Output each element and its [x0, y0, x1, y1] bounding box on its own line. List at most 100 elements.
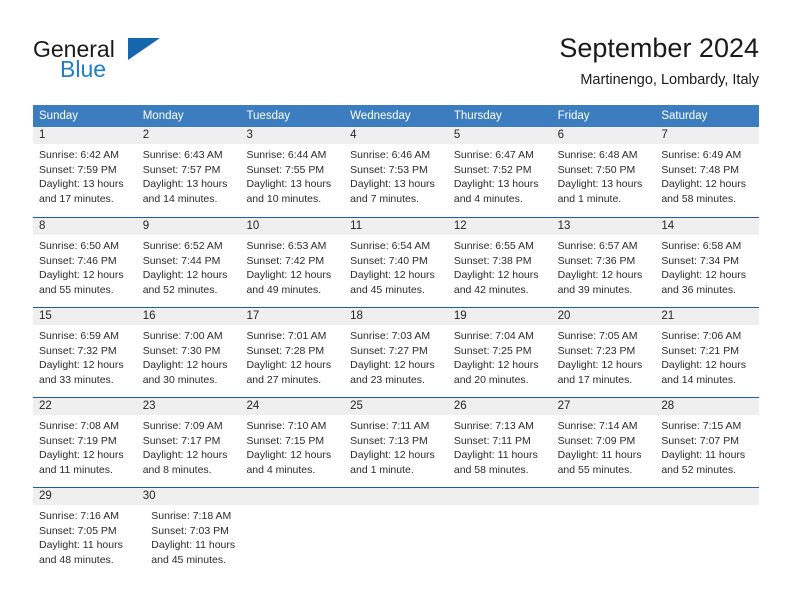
day-number[interactable]: 25	[344, 398, 448, 415]
general-blue-logo[interactable]: General Blue	[33, 36, 193, 86]
daylight-text-line1: Daylight: 12 hours	[350, 359, 435, 371]
day-cell[interactable]: Sunrise: 7:16 AM Sunset: 7:05 PM Dayligh…	[33, 505, 145, 576]
day-cell[interactable]: Sunrise: 6:49 AM Sunset: 7:48 PM Dayligh…	[655, 144, 759, 215]
day-number[interactable]: 12	[448, 218, 552, 235]
day-number[interactable]: 21	[655, 308, 759, 325]
day-cell[interactable]: Sunrise: 6:42 AM Sunset: 7:59 PM Dayligh…	[33, 144, 137, 215]
day-cell[interactable]: Sunrise: 6:43 AM Sunset: 7:57 PM Dayligh…	[137, 144, 241, 215]
day-number[interactable]: 18	[344, 308, 448, 325]
sunrise-text: Sunrise: 6:47 AM	[453, 149, 534, 161]
day-number[interactable]: 28	[655, 398, 759, 415]
sunrise-text: Sunrise: 6:52 AM	[142, 240, 223, 252]
daylight-text-line1: Daylight: 12 hours	[661, 178, 746, 190]
day-number[interactable]: 22	[33, 398, 137, 415]
day-number[interactable]: 1	[33, 127, 137, 144]
day-cell[interactable]: Sunrise: 6:47 AM Sunset: 7:52 PM Dayligh…	[448, 144, 552, 215]
daylight-text-line2: and 33 minutes.	[39, 373, 114, 386]
sunset-text: Sunset: 7:15 PM	[246, 434, 325, 447]
day-number[interactable]: 8	[33, 218, 137, 235]
sunset-text: Sunset: 7:30 PM	[142, 344, 221, 357]
day-cell[interactable]: Sunrise: 6:48 AM Sunset: 7:50 PM Dayligh…	[552, 144, 656, 215]
daylight-text-line1: Daylight: 13 hours	[453, 178, 539, 190]
day-cell[interactable]: Sunrise: 7:18 AM Sunset: 7:03 PM Dayligh…	[145, 505, 257, 576]
day-number[interactable]: 10	[240, 218, 344, 235]
day-cell[interactable]: Sunrise: 6:50 AM Sunset: 7:46 PM Dayligh…	[33, 235, 137, 306]
day-cell[interactable]: Sunrise: 7:15 AM Sunset: 7:07 PM Dayligh…	[655, 415, 759, 486]
daylight-text-line2: and 14 minutes.	[142, 192, 218, 205]
day-cell[interactable]: Sunrise: 7:05 AM Sunset: 7:23 PM Dayligh…	[552, 325, 656, 396]
daylight-text-line2: and 45 minutes.	[350, 283, 425, 296]
logo-text-blue: Blue	[60, 56, 107, 82]
day-cell[interactable]: Sunrise: 7:11 AM Sunset: 7:13 PM Dayligh…	[344, 415, 448, 486]
sunrise-text: Sunrise: 7:08 AM	[39, 420, 119, 432]
day-number[interactable]: 30	[137, 488, 241, 505]
day-number[interactable]: 5	[448, 127, 552, 144]
day-number[interactable]: 24	[240, 398, 344, 415]
day-number[interactable]: 7	[655, 127, 759, 144]
day-number[interactable]: 23	[137, 398, 241, 415]
day-cell[interactable]: Sunrise: 7:06 AM Sunset: 7:21 PM Dayligh…	[655, 325, 759, 396]
daylight-text-line1: Daylight: 12 hours	[453, 269, 539, 281]
day-cell[interactable]: Sunrise: 6:44 AM Sunset: 7:55 PM Dayligh…	[240, 144, 344, 215]
day-number[interactable]: 26	[448, 398, 552, 415]
sunrise-text: Sunrise: 6:58 AM	[661, 240, 742, 252]
day-number[interactable]: 17	[240, 308, 344, 325]
day-number[interactable]: 9	[137, 218, 241, 235]
day-number[interactable]: 15	[33, 308, 137, 325]
weekday-header-saturday: Saturday	[661, 110, 708, 122]
day-cell[interactable]: Sunrise: 6:54 AM Sunset: 7:40 PM Dayligh…	[344, 235, 448, 306]
day-number[interactable]: 16	[137, 308, 241, 325]
day-number[interactable]: 11	[344, 218, 448, 235]
day-number[interactable]: 6	[552, 127, 656, 144]
daylight-text-line1: Daylight: 12 hours	[142, 449, 228, 461]
day-cell[interactable]: Sunrise: 6:57 AM Sunset: 7:36 PM Dayligh…	[552, 235, 656, 306]
day-number[interactable]: 19	[448, 308, 552, 325]
day-number[interactable]: 20	[552, 308, 656, 325]
daylight-text-line2: and 17 minutes.	[557, 373, 633, 386]
day-number[interactable]: 29	[33, 488, 137, 505]
day-cell[interactable]: Sunrise: 6:53 AM Sunset: 7:42 PM Dayligh…	[240, 235, 344, 306]
daylight-text-line1: Daylight: 12 hours	[39, 359, 124, 371]
day-cell[interactable]: Sunrise: 7:03 AM Sunset: 7:27 PM Dayligh…	[344, 325, 448, 396]
title-block: September 2024 Martinengo, Lombardy, Ita…	[559, 32, 759, 90]
daylight-text-line1: Daylight: 12 hours	[39, 269, 124, 281]
daylight-text-line1: Daylight: 12 hours	[142, 359, 228, 371]
day-cell[interactable]: Sunrise: 7:14 AM Sunset: 7:09 PM Dayligh…	[552, 415, 656, 486]
day-number[interactable]: 14	[655, 218, 759, 235]
daylight-text-line2: and 4 minutes.	[453, 192, 523, 205]
daylight-text-line2: and 58 minutes.	[453, 463, 529, 476]
day-number[interactable]: 3	[240, 127, 344, 144]
sunset-text: Sunset: 7:27 PM	[350, 344, 428, 357]
day-number[interactable]: 27	[552, 398, 656, 415]
day-cell[interactable]: Sunrise: 6:59 AM Sunset: 7:32 PM Dayligh…	[33, 325, 137, 396]
location-subtitle: Martinengo, Lombardy, Italy	[580, 72, 759, 88]
day-cell[interactable]: Sunrise: 7:08 AM Sunset: 7:19 PM Dayligh…	[33, 415, 137, 486]
day-cell[interactable]: Sunrise: 7:10 AM Sunset: 7:15 PM Dayligh…	[240, 415, 344, 486]
day-cell[interactable]: Sunrise: 7:00 AM Sunset: 7:30 PM Dayligh…	[137, 325, 241, 396]
daylight-text-line1: Daylight: 12 hours	[557, 269, 643, 281]
day-cell[interactable]: Sunrise: 7:04 AM Sunset: 7:25 PM Dayligh…	[448, 325, 552, 396]
weekday-header-sunday: Sunday	[39, 110, 79, 122]
daylight-text-line2: and 4 minutes.	[246, 463, 316, 476]
day-cell[interactable]: Sunrise: 6:46 AM Sunset: 7:53 PM Dayligh…	[344, 144, 448, 215]
week-daynumber-strip: 8 9 10 11 12 13 14	[33, 218, 759, 235]
day-cell[interactable]: Sunrise: 6:55 AM Sunset: 7:38 PM Dayligh…	[448, 235, 552, 306]
sunrise-text: Sunrise: 7:16 AM	[39, 510, 119, 522]
week-daynumber-strip: 22 23 24 25 26 27 28	[33, 398, 759, 415]
weekday-header-tuesday: Tuesday	[246, 110, 291, 122]
day-number[interactable]: 2	[137, 127, 241, 144]
day-cell-empty	[558, 505, 658, 576]
daylight-text-line2: and 11 minutes.	[39, 463, 113, 476]
day-cell[interactable]: Sunrise: 6:58 AM Sunset: 7:34 PM Dayligh…	[655, 235, 759, 306]
day-cell[interactable]: Sunrise: 7:09 AM Sunset: 7:17 PM Dayligh…	[137, 415, 241, 486]
day-cell[interactable]: Sunrise: 6:52 AM Sunset: 7:44 PM Dayligh…	[137, 235, 241, 306]
sunset-text: Sunset: 7:13 PM	[350, 434, 428, 447]
sunset-text: Sunset: 7:21 PM	[661, 344, 739, 357]
day-cell[interactable]: Sunrise: 7:01 AM Sunset: 7:28 PM Dayligh…	[240, 325, 344, 396]
daylight-text-line2: and 55 minutes.	[39, 283, 114, 296]
sunrise-text: Sunrise: 7:04 AM	[453, 330, 534, 342]
day-cell[interactable]: Sunrise: 7:13 AM Sunset: 7:11 PM Dayligh…	[448, 415, 552, 486]
day-number[interactable]: 13	[552, 218, 656, 235]
day-number[interactable]: 4	[344, 127, 448, 144]
daylight-text-line1: Daylight: 12 hours	[661, 269, 746, 281]
